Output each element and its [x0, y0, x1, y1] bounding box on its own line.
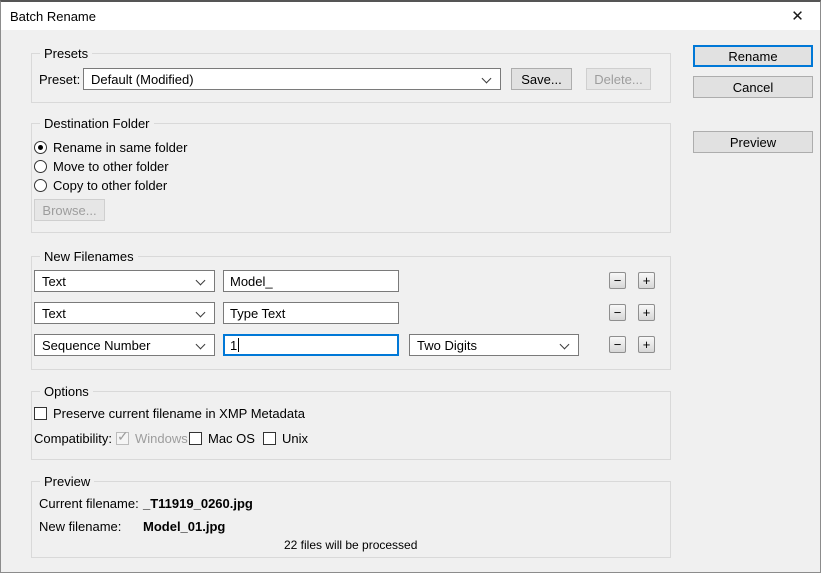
current-filename-value: _T11919_0260.jpg [143, 496, 253, 511]
chevron-down-icon [481, 73, 492, 84]
options-group: Options [31, 384, 671, 460]
filename-element-type-value-2: Text [42, 305, 66, 321]
cancel-button-label: Cancel [732, 79, 774, 95]
sequence-start-value: 1 [230, 337, 238, 353]
preview-group-label: Preview [40, 474, 95, 489]
preview-button-label: Preview [729, 134, 777, 150]
preview-button[interactable]: Preview [693, 131, 813, 153]
compat-macos-checkbox[interactable] [189, 432, 202, 445]
filename-text-value-2: Type Text [230, 305, 286, 321]
filename-element-type-select-3[interactable]: Sequence Number [34, 334, 215, 356]
minus-icon: − [613, 305, 622, 320]
radio-copy-to-other-folder[interactable] [34, 179, 47, 192]
chevron-down-icon [559, 339, 570, 350]
digits-select[interactable]: Two Digits [409, 334, 579, 356]
compat-unix-label[interactable]: Unix [282, 431, 308, 446]
add-element-button-1[interactable]: + [638, 272, 655, 289]
minus-icon: − [613, 337, 622, 352]
filename-text-input-2[interactable]: Type Text [223, 302, 399, 324]
compat-windows-checkbox: ✓ [116, 428, 129, 445]
save-preset-label: Save... [521, 71, 562, 87]
new-filename-value: Model_01.jpg [143, 519, 226, 534]
compat-unix-checkbox[interactable] [263, 432, 276, 445]
filename-element-type-value-3: Sequence Number [42, 337, 151, 353]
browse-button-label: Browse... [42, 202, 97, 218]
preset-select[interactable]: Default (Modified) [83, 68, 501, 90]
filename-text-input-1[interactable]: Model_ [223, 270, 399, 292]
radio-rename-in-same-folder-label[interactable]: Rename in same folder [53, 140, 187, 155]
options-group-label: Options [40, 384, 93, 399]
delete-preset-label: Delete... [594, 71, 643, 87]
remove-element-button-1[interactable]: − [609, 272, 626, 289]
batch-rename-dialog: Batch Rename ✕ Presets Preset: Default (… [0, 0, 821, 573]
minus-icon: − [613, 273, 622, 288]
plus-icon: + [642, 337, 651, 352]
current-filename-label: Current filename: [39, 496, 139, 511]
sequence-start-input[interactable]: 1 [223, 334, 399, 356]
radio-copy-to-other-folder-label[interactable]: Copy to other folder [53, 178, 167, 193]
compat-windows-label: Windows [135, 431, 188, 446]
radio-rename-in-same-folder[interactable] [34, 141, 47, 154]
remove-element-button-2[interactable]: − [609, 304, 626, 321]
save-preset-button[interactable]: Save... [511, 68, 572, 90]
browse-button: Browse... [34, 199, 105, 221]
compat-macos-label[interactable]: Mac OS [208, 431, 255, 446]
destination-group-label: Destination Folder [40, 116, 154, 131]
new-filenames-group-label: New Filenames [40, 249, 138, 264]
digits-selected-value: Two Digits [417, 337, 477, 353]
plus-icon: + [642, 273, 651, 288]
window-title: Batch Rename [10, 9, 96, 24]
cancel-button[interactable]: Cancel [693, 76, 813, 98]
filename-element-type-select-2[interactable]: Text [34, 302, 215, 324]
close-icon: ✕ [791, 8, 804, 25]
files-count-status: 22 files will be processed [284, 538, 418, 552]
add-element-button-3[interactable]: + [638, 336, 655, 353]
remove-element-button-3[interactable]: − [609, 336, 626, 353]
compatibility-label: Compatibility: [34, 431, 113, 446]
chevron-down-icon [195, 275, 206, 286]
rename-button-label: Rename [728, 48, 778, 64]
plus-icon: + [642, 305, 651, 320]
radio-move-to-other-folder-label[interactable]: Move to other folder [53, 159, 169, 174]
titlebar: Batch Rename ✕ [1, 2, 820, 30]
filename-element-type-select-1[interactable]: Text [34, 270, 215, 292]
add-element-button-2[interactable]: + [638, 304, 655, 321]
chevron-down-icon [195, 307, 206, 318]
check-icon: ✓ [117, 428, 129, 444]
preserve-filename-label[interactable]: Preserve current filename in XMP Metadat… [53, 406, 305, 421]
chevron-down-icon [195, 339, 206, 350]
close-button[interactable]: ✕ [775, 2, 820, 30]
preset-selected-value: Default (Modified) [91, 71, 194, 87]
filename-element-type-value-1: Text [42, 273, 66, 289]
presets-group-label: Presets [40, 46, 93, 61]
text-caret [238, 338, 240, 352]
new-filename-label: New filename: [39, 519, 122, 534]
radio-move-to-other-folder[interactable] [34, 160, 47, 173]
delete-preset-button: Delete... [586, 68, 651, 90]
filename-text-value-1: Model_ [230, 273, 273, 289]
preserve-filename-checkbox[interactable] [34, 407, 47, 420]
preset-label: Preset: [39, 72, 81, 87]
rename-button[interactable]: Rename [693, 45, 813, 67]
